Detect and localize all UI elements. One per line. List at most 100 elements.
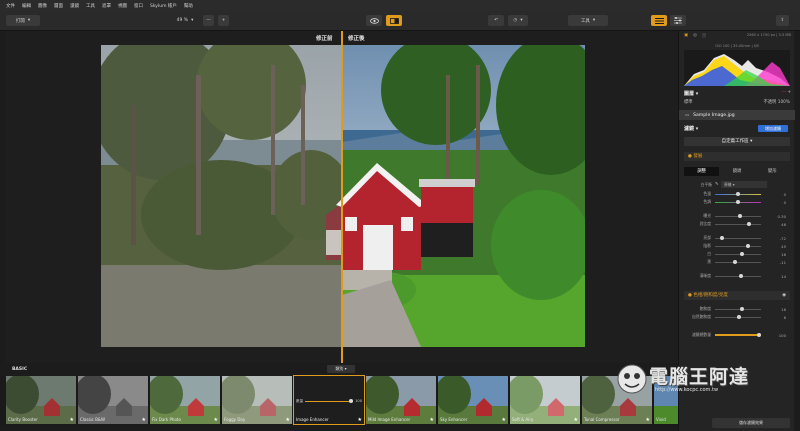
exposure-slider[interactable]: 曝光 0.30	[687, 213, 790, 219]
looks-category-dropdown[interactable]: 類別 ▾	[327, 365, 355, 373]
slider-knob[interactable]	[747, 222, 751, 226]
favorite-star-icon[interactable]: ★	[646, 417, 650, 423]
shadows-slider[interactable]: 陰影 45	[687, 243, 790, 249]
look-thumbnail[interactable]: Sky Enhancer ★	[438, 376, 508, 424]
slider-track[interactable]	[715, 315, 761, 319]
look-thumbnail[interactable]: Fix Dark Photo ★	[150, 376, 220, 424]
look-amount-slider[interactable]: 數量 100	[296, 398, 362, 404]
zoom-out-button[interactable]: —	[203, 15, 214, 26]
slider-track[interactable]	[715, 332, 761, 337]
visibility-eye-icon[interactable]: ◉	[782, 291, 786, 300]
menu-layers[interactable]: 層面	[54, 3, 63, 9]
compare-divider-handle[interactable]	[341, 31, 343, 363]
look-thumbnail[interactable]: Clarity Booster ★	[6, 376, 76, 424]
slider-track[interactable]	[715, 214, 761, 218]
menu-tools[interactable]: 工具	[86, 3, 95, 9]
develop-section-header[interactable]: ● 發展	[684, 152, 790, 161]
favorite-star-icon[interactable]: ★	[214, 417, 218, 423]
slider-knob[interactable]	[739, 274, 743, 278]
saturation-slider[interactable]: 飽和度 16	[687, 306, 790, 312]
slider-knob[interactable]	[740, 252, 744, 256]
layers-icon[interactable]: ◎	[693, 33, 697, 39]
zoom-in-button[interactable]: +	[218, 15, 229, 26]
favorite-star-icon[interactable]: ★	[430, 417, 434, 423]
tint-slider[interactable]: 色調 0	[687, 199, 790, 205]
slider-knob[interactable]	[733, 260, 737, 264]
zoom-dropdown[interactable]: 49 % ▾	[174, 15, 196, 26]
look-thumbnail[interactable]: Classic B&W ★	[78, 376, 148, 424]
clarity-slider[interactable]: 清晰度 14	[687, 273, 790, 279]
favorite-star-icon[interactable]: ★	[574, 417, 578, 423]
undo-button[interactable]: ↶	[488, 15, 504, 26]
vibrance-slider[interactable]: 自然飽和度 6	[687, 314, 790, 320]
slider-track[interactable]	[715, 222, 761, 226]
export-button[interactable]: ⇪	[776, 15, 789, 26]
chevron-down-icon[interactable]: ▾	[696, 126, 699, 132]
menu-image[interactable]: 圖像	[38, 3, 47, 9]
menu-mask[interactable]: 遮罩	[102, 3, 111, 9]
slider-knob[interactable]	[740, 307, 744, 311]
blend-mode-select[interactable]: 標準	[684, 99, 693, 105]
filter-amount-slider[interactable]: 濾鏡總數量 100	[687, 332, 790, 338]
add-layer-icon[interactable]: +	[787, 90, 791, 95]
slider-track[interactable]	[715, 274, 761, 278]
menu-help[interactable]: 幫助	[184, 3, 193, 9]
tab-lens[interactable]: 鏡頭	[719, 167, 754, 176]
save-look-button[interactable]: 儲存濾鏡效果	[712, 418, 790, 428]
look-thumbnail[interactable]: Soft & Airy ★	[510, 376, 580, 424]
adjustments-toggle-button[interactable]	[670, 15, 686, 26]
image-icon[interactable]: ▣	[684, 33, 688, 39]
slider-track[interactable]	[715, 236, 761, 240]
image-canvas[interactable]: 修正前 修正後	[6, 31, 678, 363]
temperature-slider[interactable]: 色溫 0	[687, 191, 790, 197]
tab-adjust[interactable]: 調整	[684, 167, 720, 176]
look-thumbnail-selected[interactable]: 數量 100 Image Enhancer ★	[293, 375, 365, 425]
favorite-star-icon[interactable]: ★	[70, 417, 74, 423]
slider-track[interactable]	[715, 252, 761, 256]
favorite-star-icon[interactable]: ★	[502, 417, 506, 423]
whites-slider[interactable]: 白 16	[687, 251, 790, 257]
open-button[interactable]: 打開 ▾	[6, 15, 40, 26]
slider-knob[interactable]	[736, 192, 740, 196]
workspace-dropdown[interactable]: 自定義工作區 ▾	[684, 137, 790, 146]
menu-filters[interactable]: 濾鏡	[70, 3, 79, 9]
remove-layer-icon[interactable]: —	[782, 90, 786, 95]
slider-track[interactable]	[305, 399, 354, 403]
history-button[interactable]: ◷ ▾	[508, 15, 528, 26]
hsl-section-header[interactable]: ● 色相/飽和度/亮度 ◉	[684, 291, 790, 300]
menu-window[interactable]: 窗口	[134, 3, 143, 9]
menu-file[interactable]: 文件	[6, 3, 15, 9]
slider-knob[interactable]	[737, 315, 741, 319]
slider-track[interactable]	[715, 200, 761, 204]
preview-eye-button[interactable]	[366, 15, 382, 26]
layer-item[interactable]: ▭ Sample Image.jpg	[679, 110, 795, 120]
info-icon[interactable]: ⓘ	[702, 33, 706, 39]
slider-knob[interactable]	[720, 236, 724, 240]
slider-track[interactable]	[715, 192, 761, 196]
slider-track[interactable]	[715, 260, 761, 264]
look-thumbnail[interactable]: Mild Image Enhancer ★	[366, 376, 436, 424]
tab-transform[interactable]: 變形	[755, 167, 790, 176]
favorite-star-icon[interactable]: ★	[142, 417, 146, 423]
menu-account[interactable]: Skylum 帳戶	[150, 3, 177, 9]
slider-knob[interactable]	[738, 214, 742, 218]
menu-view[interactable]: 視圖	[118, 3, 127, 9]
contrast-slider[interactable]: 對比度 46	[687, 221, 790, 227]
wb-select[interactable]: 原樣 ▾	[721, 181, 767, 188]
slider-knob[interactable]	[349, 399, 354, 403]
opacity-select[interactable]: 不透明 100%	[763, 99, 790, 105]
highlights-slider[interactable]: 亮部 -72	[687, 235, 790, 241]
slider-track[interactable]	[715, 244, 761, 248]
slider-knob[interactable]	[746, 244, 750, 248]
blacks-slider[interactable]: 黑 -11	[687, 259, 790, 265]
look-thumbnail[interactable]: Foggy Day ★	[222, 376, 292, 424]
add-filter-button[interactable]: 增加濾鏡	[758, 125, 788, 132]
slider-knob[interactable]	[757, 332, 761, 337]
slider-track[interactable]	[715, 307, 761, 311]
tools-dropdown[interactable]: 工具 ▾	[568, 15, 608, 26]
menu-edit[interactable]: 編輯	[22, 3, 31, 9]
chevron-down-icon[interactable]: ▾	[696, 91, 699, 97]
compare-button[interactable]	[386, 15, 402, 26]
favorite-star-icon[interactable]: ★	[286, 417, 290, 423]
filmstrip-toggle-button[interactable]	[651, 15, 667, 26]
